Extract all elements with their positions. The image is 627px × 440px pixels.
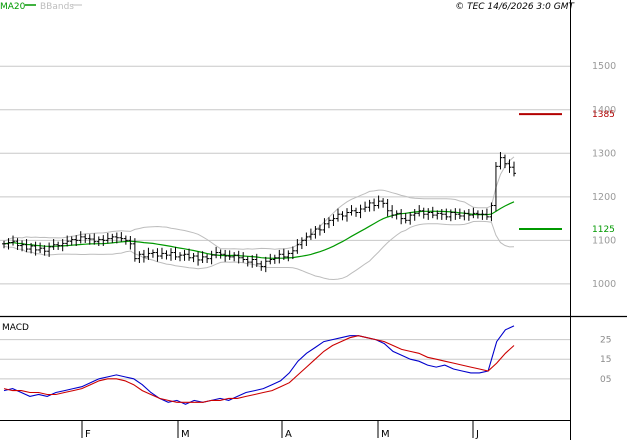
month-tick-label: F <box>85 429 91 440</box>
stock-chart: MA20 BBands © TEC 14/6/2026 3:0 GMT 1000… <box>0 0 627 440</box>
price-tick-label: 1100 <box>592 235 616 246</box>
macd-title: MACD <box>2 323 29 333</box>
price-tick-label: 1000 <box>592 279 616 290</box>
price-tick-label: 1200 <box>592 192 616 203</box>
month-tick-label: A <box>285 429 292 440</box>
macd-tick-label: 15 <box>600 355 611 365</box>
month-tick-label: J <box>475 429 479 440</box>
legend-bbands-label: BBands <box>40 2 74 12</box>
price-tick-label: 1300 <box>592 148 616 159</box>
macd-axis-labels: 05 15 25 <box>600 336 611 385</box>
chart-timestamp: © TEC 14/6/2026 3:0 GMT <box>455 2 575 12</box>
month-tick-label: M <box>381 429 390 440</box>
macd-tick-label: 05 <box>600 375 611 385</box>
macd-tick-label: 25 <box>600 336 611 346</box>
legend-ma20-label: MA20 <box>0 2 26 12</box>
price-level-label: 1385 <box>592 110 615 120</box>
price-tick-label: 1500 <box>592 61 616 72</box>
price-level-label: 1125 <box>592 225 615 235</box>
month-tick-label: M <box>181 429 190 440</box>
